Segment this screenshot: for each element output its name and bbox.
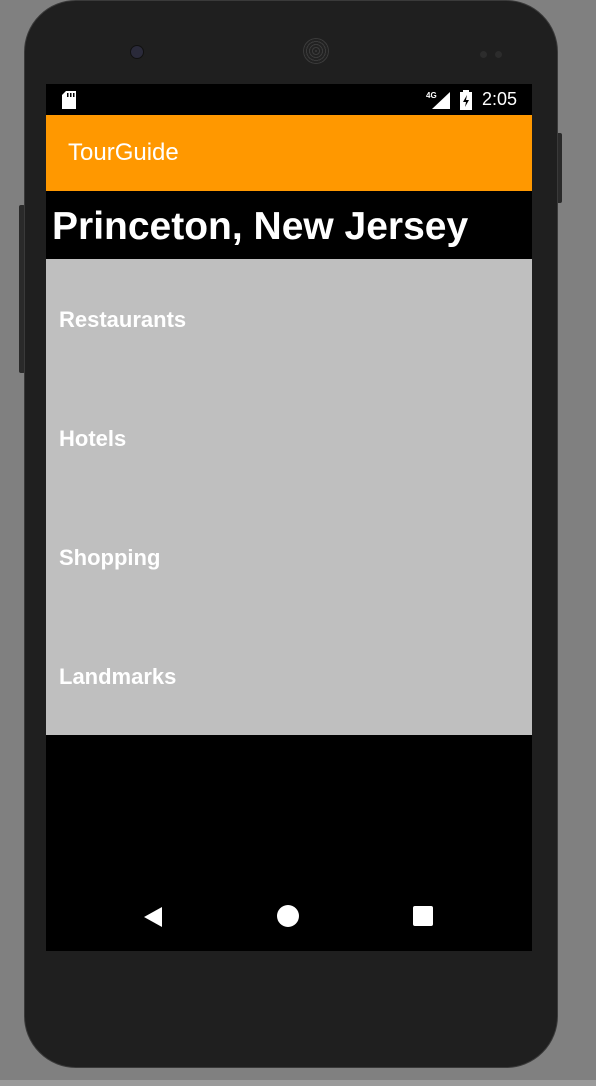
app-title: TourGuide <box>68 139 179 166</box>
screen: 4G 2:05 TourGuide Princeton, New Jersey … <box>46 84 532 951</box>
city-title: Princeton, New Jersey <box>52 205 469 248</box>
home-circle-icon[interactable] <box>277 905 299 927</box>
category-item-landmarks[interactable]: Landmarks <box>46 616 532 735</box>
category-label: Hotels <box>59 426 127 451</box>
status-time: 2:05 <box>482 89 518 109</box>
recents-square-icon[interactable] <box>413 906 433 926</box>
back-triangle-icon[interactable] <box>142 906 164 928</box>
app-bar: TourGuide <box>46 115 532 191</box>
category-item-hotels[interactable]: Hotels <box>46 378 532 497</box>
navigation-bar <box>46 881 532 951</box>
category-item-shopping[interactable]: Shopping <box>46 497 532 616</box>
status-bar: 4G 2:05 <box>46 84 532 115</box>
battery-charging-icon <box>460 90 472 110</box>
sd-card-icon <box>62 91 76 109</box>
earpiece-speaker-icon <box>303 38 329 64</box>
category-list: Restaurants Hotels Shopping Landmarks <box>46 259 532 735</box>
category-label: Restaurants <box>59 307 187 332</box>
category-label: Landmarks <box>59 664 177 689</box>
cellular-signal-icon: 4G <box>426 91 450 109</box>
city-header: Princeton, New Jersey <box>46 191 532 259</box>
category-label: Shopping <box>59 545 161 570</box>
network-type-label: 4G <box>426 91 437 100</box>
proximity-sensors <box>480 45 510 58</box>
front-camera-icon <box>130 45 144 59</box>
bottom-edge <box>0 1080 596 1086</box>
category-item-restaurants[interactable]: Restaurants <box>46 259 532 378</box>
